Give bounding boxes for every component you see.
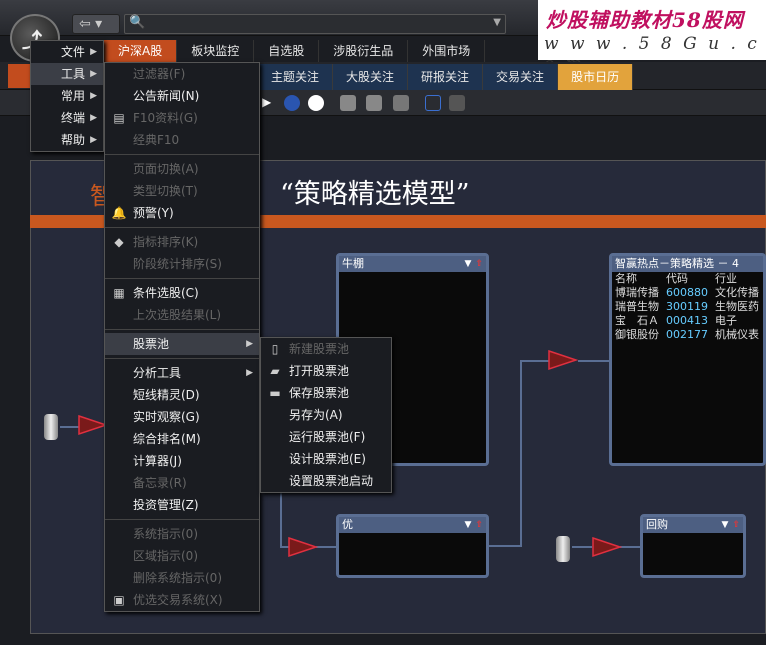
- canvas-title: “策略精选模型”: [280, 179, 470, 210]
- menu-item-icon: ▣: [113, 593, 125, 607]
- node-you[interactable]: 优 ▼ ⇧: [336, 514, 489, 578]
- menu-item[interactable]: 短线精灵(D): [105, 384, 259, 406]
- menu-item[interactable]: ▦ 条件选股(C): [105, 282, 259, 304]
- menu-terminal[interactable]: 终端 ▶: [31, 107, 103, 129]
- menu-item[interactable]: 股票池 ▶: [105, 333, 259, 355]
- menu-item: 删除系统指示(0): [133, 571, 222, 585]
- hot-table: 名称 代码 行业 博瑞传播 600880 文化传播 瑞普生物 300119 生物医药 宝 石…: [612, 272, 763, 342]
- menu-item[interactable]: 另存为(A): [261, 404, 391, 426]
- menu-item: 过滤器(F): [133, 67, 186, 81]
- tools-menu: 过滤器(F) 公告新闻(N) ▤ F10资料(G) 经典F10 页面切换(A) 类型切换(T…: [104, 62, 260, 612]
- menu-item[interactable]: ▰ 打开股票池: [261, 360, 391, 382]
- menu-item: ◆ 指标排序(K): [105, 231, 259, 253]
- menu-item[interactable]: 实时观察(G): [105, 406, 259, 428]
- tab-bankuai[interactable]: 板块监控: [177, 40, 255, 62]
- menu-item[interactable]: 设置股票池启动: [261, 470, 391, 492]
- menu-item: 区域指示(0): [133, 549, 198, 563]
- preview-icon[interactable]: [366, 95, 382, 111]
- menu-item-icon: ▬: [269, 386, 281, 400]
- table-row[interactable]: 御银股份 002177 机械仪表: [612, 328, 763, 342]
- menu-help[interactable]: 帮助 ▶: [31, 129, 103, 151]
- data-source-icon[interactable]: [44, 414, 58, 440]
- menu-tools[interactable]: 工具 ▶: [31, 63, 103, 85]
- tab-calendar[interactable]: 股市日历: [558, 64, 634, 90]
- menu-item[interactable]: 🔔 预警(Y): [105, 202, 259, 224]
- filter-icon[interactable]: [592, 536, 622, 558]
- submenu-arrow-icon: ▶: [246, 339, 253, 349]
- menu-item[interactable]: 综合排名(M): [105, 428, 259, 450]
- sub-tabs: 主题关注 大股关注 研报关注 交易关注 股市日历: [258, 64, 634, 90]
- back-button[interactable]: ⇦ ▾: [72, 14, 120, 34]
- menu-item-icon: ▯: [271, 342, 279, 356]
- menu-item[interactable]: 公告新闻(N): [105, 85, 259, 107]
- main-menu: 文件 ▶ 工具 ▶ 常用 ▶ 终端 ▶ 帮助 ▶: [30, 40, 104, 152]
- menu-item[interactable]: 投资管理(Z): [105, 494, 259, 516]
- node-huigou[interactable]: 回购 ▼ ⇧: [640, 514, 746, 578]
- watermark: 炒股辅助教材58股网 w w w . 5 8 G u . c o m: [538, 0, 766, 74]
- data-source-icon[interactable]: [556, 536, 570, 562]
- stop-icon[interactable]: [308, 95, 324, 111]
- menu-item[interactable]: 设计股票池(E): [261, 448, 391, 470]
- menu-item: 类型切换(T): [133, 184, 198, 198]
- filter-icon[interactable]: [548, 349, 578, 371]
- table-row[interactable]: 博瑞传播 600880 文化传播: [612, 286, 763, 300]
- menu-item[interactable]: 计算器(J): [105, 450, 259, 472]
- menu-item: 阶段统计排序(S): [133, 257, 222, 271]
- menu-file[interactable]: 文件 ▶: [31, 41, 103, 63]
- play-icon[interactable]: ▶: [262, 95, 278, 111]
- menu-item: 系统指示(0): [133, 527, 198, 541]
- menu-item[interactable]: 运行股票池(F): [261, 426, 391, 448]
- menu-item: 页面切换(A): [133, 162, 199, 176]
- delete-icon[interactable]: [393, 95, 409, 111]
- menu-item: 上次选股结果(L): [133, 308, 222, 322]
- menu-item-icon: ▤: [113, 111, 125, 125]
- main-tabs: 沪深A股 板块监控 自选股 涉股衍生品 外围市场: [104, 40, 486, 62]
- select-icon[interactable]: [425, 95, 441, 111]
- tab-theme[interactable]: 主题关注: [258, 64, 334, 90]
- menu-item: ▣ 优选交易系统(X): [105, 589, 259, 611]
- tab-shenhu[interactable]: 沪深A股: [104, 40, 178, 62]
- menu-item[interactable]: ▬ 保存股票池: [261, 382, 391, 404]
- node-hot[interactable]: 智赢热点－策略精选 － 4 名称 代码 行业 博瑞传播 600880 文化传播 瑞普生物…: [609, 253, 766, 466]
- search-input[interactable]: 🔍 ▼: [124, 14, 506, 34]
- menu-item-icon: 🔔: [111, 206, 127, 220]
- menu-item[interactable]: 分析工具 ▶: [105, 362, 259, 384]
- pause-icon[interactable]: [284, 95, 300, 111]
- chevron-down-icon[interactable]: ▼: [493, 17, 501, 28]
- menu-item-icon: ▦: [113, 286, 125, 300]
- menu-common[interactable]: 常用 ▶: [31, 85, 103, 107]
- filter-icon[interactable]: [288, 536, 318, 558]
- menu-item-icon: ▰: [270, 364, 280, 378]
- table-row[interactable]: 瑞普生物 300119 生物医药: [612, 300, 763, 314]
- stock-pool-menu: ▯ 新建股票池 ▰ 打开股票池 ▬ 保存股票池 另存为(A) 运行股票池(F) 设计股票池(E)…: [260, 337, 392, 493]
- table-row[interactable]: 宝 石Ａ 000413 电子: [612, 314, 763, 328]
- menu-item: 备忘录(R): [133, 476, 187, 490]
- close-icon[interactable]: [449, 95, 465, 111]
- menu-item: 经典F10: [133, 133, 180, 147]
- tab-research[interactable]: 研报关注: [408, 64, 484, 90]
- tab-zixuan[interactable]: 自选股: [254, 40, 320, 62]
- submenu-arrow-icon: ▶: [246, 368, 253, 378]
- tab-big[interactable]: 大股关注: [333, 64, 409, 90]
- print-icon[interactable]: [340, 95, 356, 111]
- tab-yansheng[interactable]: 涉股衍生品: [319, 40, 409, 62]
- menu-item: ▤ F10资料(G): [105, 107, 259, 129]
- search-icon: 🔍: [129, 15, 146, 30]
- menu-item: ▯ 新建股票池: [261, 338, 391, 360]
- menu-item-icon: ◆: [114, 235, 124, 249]
- tab-trade[interactable]: 交易关注: [483, 64, 559, 90]
- tab-waiwei[interactable]: 外围市场: [408, 40, 486, 62]
